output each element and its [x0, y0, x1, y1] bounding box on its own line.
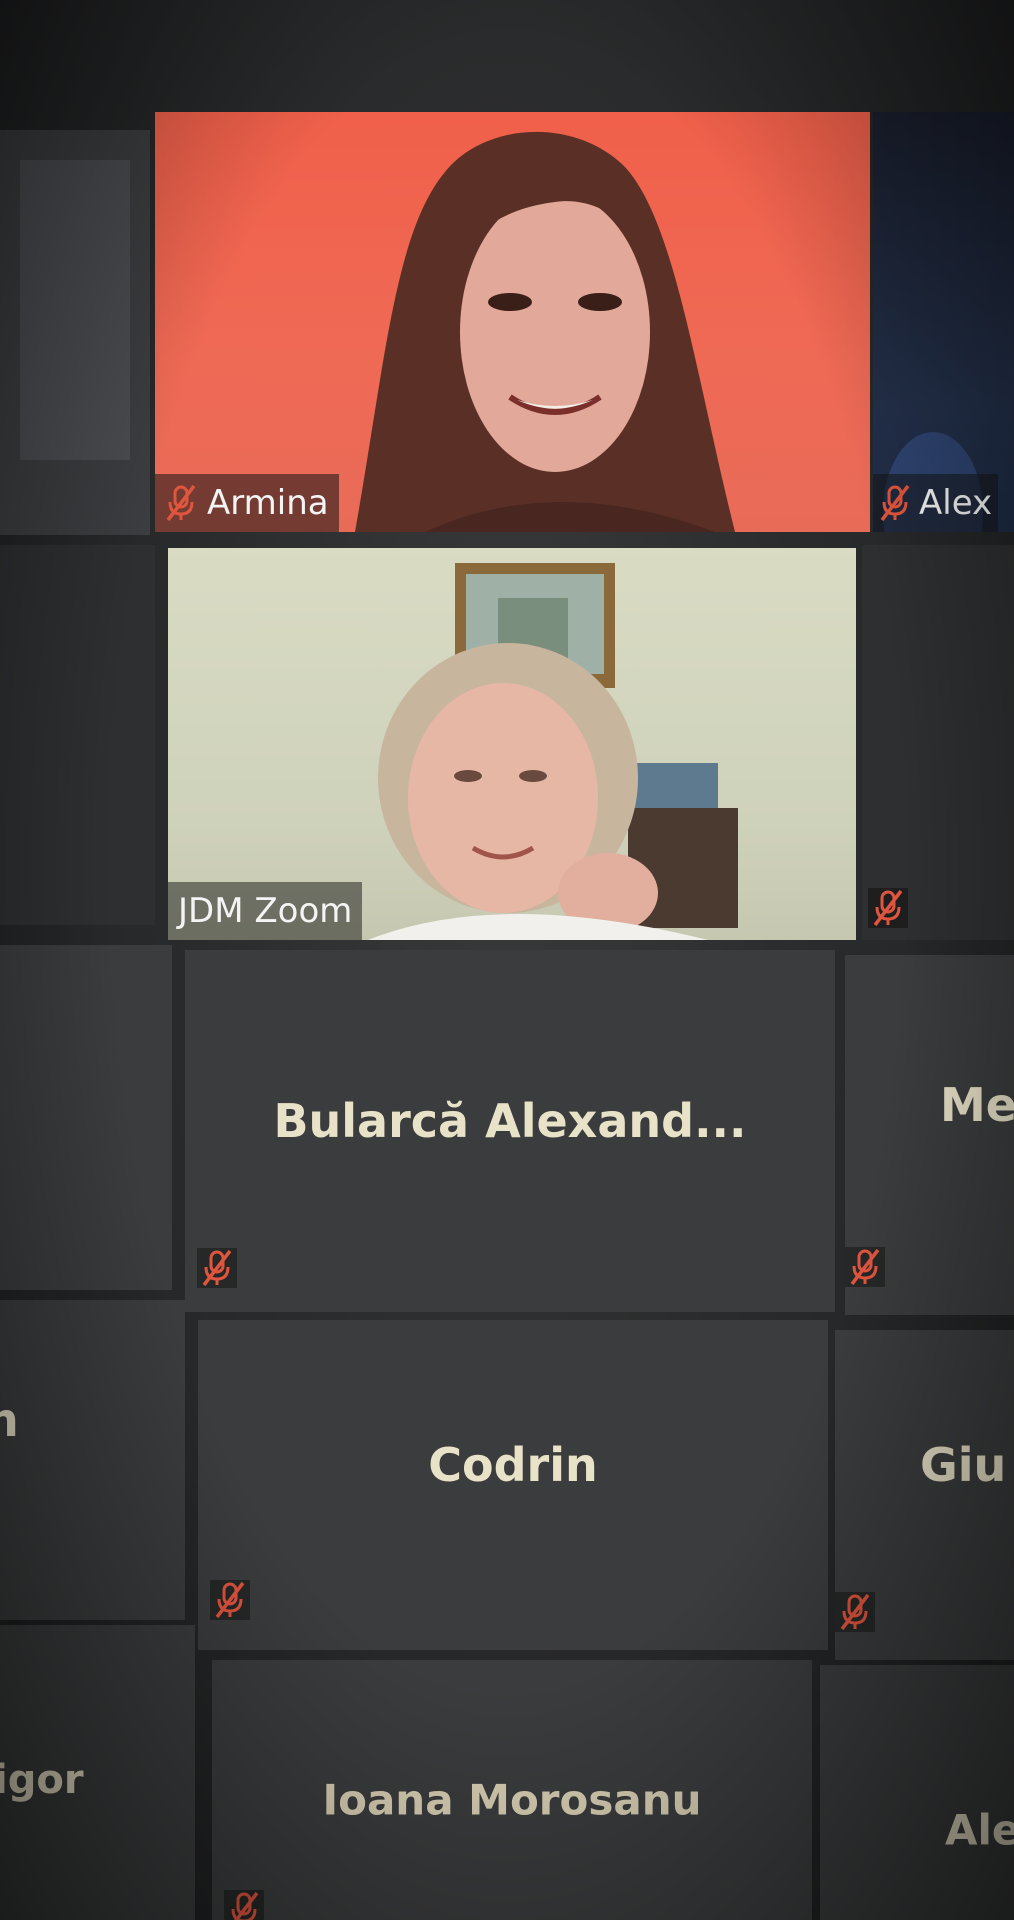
mute-icon — [835, 1592, 875, 1632]
tile-left-row3[interactable] — [0, 945, 172, 1290]
name-label-jdm: JDM Zoom — [168, 882, 363, 940]
mute-icon — [868, 888, 908, 928]
participant-name: Ioana Morosanu — [322, 1775, 702, 1825]
participant-name: Codrin — [428, 1438, 598, 1492]
zoom-gallery-view: Armina Alex JDM Zoom Bularcă Alexand... … — [0, 0, 1014, 1920]
tile-left-row5[interactable]: igor — [0, 1625, 195, 1920]
participant-name: n — [0, 1393, 19, 1447]
mute-icon — [165, 484, 197, 522]
tile-codrin[interactable]: Codrin — [198, 1320, 828, 1650]
name-label-alex: Alex — [873, 474, 999, 532]
mute-icon — [197, 1248, 237, 1288]
tile-bularca[interactable]: Bularcă Alexand... — [185, 950, 835, 1312]
name-label-armina: Armina — [155, 474, 339, 532]
participant-video-blur — [0, 130, 150, 535]
participant-name: Ale — [945, 1805, 1014, 1855]
tile-right-row2[interactable] — [862, 545, 1014, 940]
mute-icon — [845, 1247, 885, 1287]
participant-name: Me — [940, 1078, 1014, 1132]
video-tile-alex[interactable]: Alex — [873, 112, 1014, 532]
mute-icon — [210, 1580, 250, 1620]
video-tile-jdm-zoom[interactable]: JDM Zoom — [168, 548, 856, 940]
tile-ale[interactable]: Ale — [820, 1665, 1014, 1920]
tile-ioana[interactable]: Ioana Morosanu — [212, 1660, 812, 1920]
video-tile-armina[interactable]: Armina — [155, 112, 870, 532]
participant-name: JDM Zoom — [178, 891, 353, 931]
participant-video-armina — [355, 131, 735, 532]
mute-icon — [224, 1890, 264, 1920]
tile-left-row4[interactable]: n — [0, 1300, 185, 1620]
participant-video-alex — [883, 432, 983, 532]
tile-me[interactable]: Me — [845, 955, 1014, 1315]
participant-name: igor — [0, 1757, 84, 1803]
mute-icon — [879, 484, 911, 522]
tile-giu[interactable]: Giu — [835, 1330, 1014, 1660]
participant-name: Armina — [207, 483, 329, 523]
participant-name: Giu — [920, 1438, 1007, 1492]
video-tile-left-partial[interactable] — [0, 130, 150, 535]
tile-left-row2[interactable] — [0, 545, 155, 925]
participant-name: Bularcă Alexand... — [273, 1094, 747, 1148]
participant-name: Alex — [919, 483, 993, 523]
